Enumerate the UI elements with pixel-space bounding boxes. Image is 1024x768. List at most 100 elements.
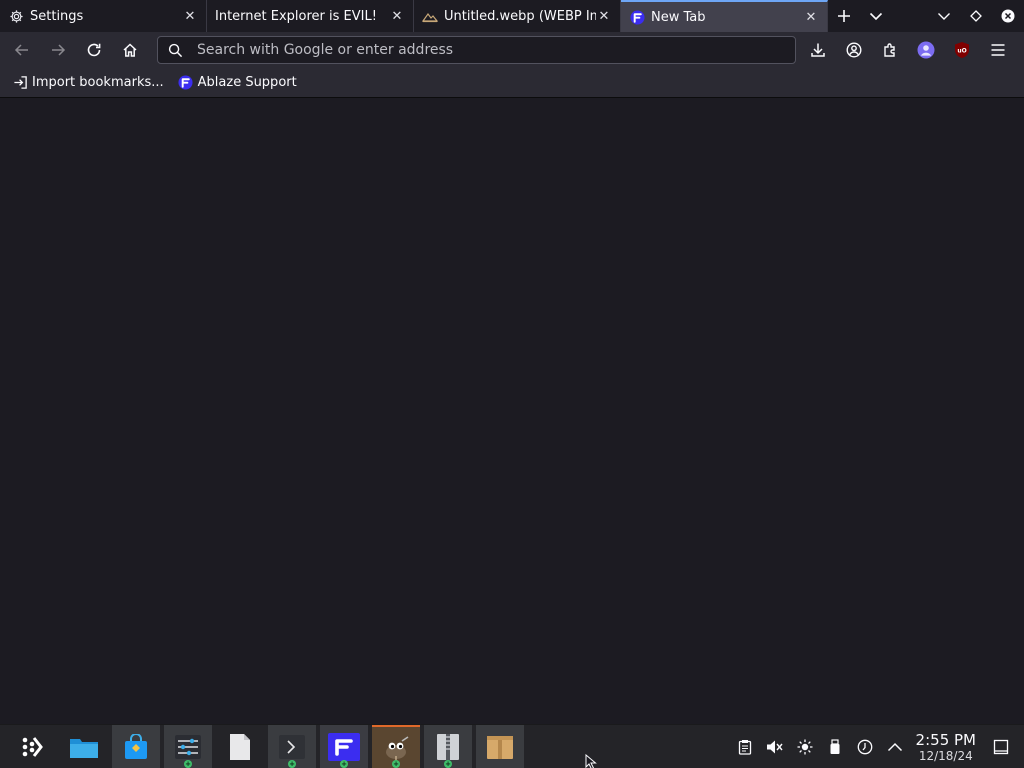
file-manager-icon: [70, 738, 98, 758]
close-icon[interactable]: ✕: [389, 8, 405, 24]
taskbar: + + + + + 2:55 PM 12/18/24: [0, 724, 1024, 768]
terminal-icon: [279, 734, 305, 759]
tab-title: Internet Explorer is EVIL!: [215, 8, 377, 24]
search-icon: [168, 43, 183, 57]
file-manager-button[interactable]: [60, 725, 108, 768]
close-icon[interactable]: ✕: [182, 8, 198, 24]
menu-button[interactable]: [982, 34, 1014, 66]
clock-time: 2:55 PM: [915, 730, 976, 749]
home-icon: [123, 43, 137, 57]
diamond-icon: [970, 10, 982, 22]
running-indicator: +: [340, 759, 348, 768]
show-desktop-icon: [993, 739, 1009, 755]
plus-icon: [838, 10, 850, 22]
tab-untitled-webp[interactable]: Untitled.webp (WEBP Im ✕: [414, 0, 621, 32]
archive-manager-icon: [437, 733, 459, 760]
bookmark-label: Ablaze Support: [197, 75, 297, 90]
profile-avatar-icon: [917, 41, 935, 59]
svg-text:uO: uO: [957, 48, 966, 55]
profile-button[interactable]: [910, 34, 942, 66]
clock-date: 12/18/24: [918, 748, 973, 763]
downloads-button[interactable]: [802, 34, 834, 66]
tab-new-tab[interactable]: New Tab ✕: [621, 0, 828, 32]
app-launcher-button[interactable]: [8, 725, 56, 768]
minimize-button[interactable]: [928, 0, 960, 32]
bookmark-ablaze-support[interactable]: Ablaze Support: [178, 75, 297, 91]
brightness-icon: [797, 739, 813, 755]
running-indicator: +: [444, 759, 452, 768]
tab-settings[interactable]: Settings ✕: [0, 0, 207, 32]
volume-muted-icon: [766, 740, 783, 754]
running-indicator: +: [392, 759, 400, 768]
back-button[interactable]: [6, 34, 38, 66]
usb-device-button[interactable]: [820, 725, 850, 768]
discover-store-icon: [125, 733, 147, 759]
chevron-up-icon: [887, 742, 902, 752]
puzzle-icon: [884, 43, 895, 57]
extensions-button[interactable]: [874, 34, 906, 66]
floorp-browser-button[interactable]: +: [320, 724, 368, 768]
floorp-browser-icon: [328, 732, 360, 761]
app-launcher-icon: [22, 736, 43, 757]
running-indicator: +: [184, 759, 192, 768]
new-tab-button[interactable]: [828, 0, 860, 32]
package-button[interactable]: [476, 724, 524, 768]
show-desktop-button[interactable]: [986, 725, 1016, 768]
reload-button[interactable]: [78, 34, 110, 66]
close-icon[interactable]: ✕: [803, 9, 819, 25]
updates-button[interactable]: [850, 725, 880, 768]
close-window-button[interactable]: [992, 0, 1024, 32]
forward-button[interactable]: [42, 34, 74, 66]
nav-toolbar: uO: [0, 32, 1024, 68]
chevron-down-icon: [869, 12, 883, 21]
chevron-down-icon: [938, 13, 950, 20]
text-file-button[interactable]: [216, 725, 264, 768]
clock-update-icon: [857, 739, 872, 755]
list-all-tabs-button[interactable]: [860, 0, 892, 32]
terminal-button[interactable]: +: [268, 724, 316, 768]
tab-strip: Settings ✕ Internet Explorer is EVIL! ✕ …: [0, 0, 1024, 32]
floorp-icon: [178, 75, 194, 91]
brightness-button[interactable]: [790, 725, 820, 768]
clipboard-button[interactable]: [730, 725, 760, 768]
bookmark-label: Import bookmarks...: [32, 75, 164, 90]
bookmarks-toolbar: Import bookmarks... Ablaze Support: [0, 68, 1024, 98]
archive-manager-button[interactable]: +: [424, 724, 472, 768]
maximize-button[interactable]: [960, 0, 992, 32]
gear-icon: [8, 8, 24, 24]
home-button[interactable]: [114, 34, 146, 66]
url-input[interactable]: [197, 42, 757, 58]
tab-title: Settings: [30, 8, 84, 24]
tab-internet-explorer[interactable]: Internet Explorer is EVIL! ✕: [207, 0, 414, 32]
page-content[interactable]: [0, 98, 1024, 724]
system-settings-icon: [175, 734, 201, 759]
gimp-icon: [386, 735, 409, 760]
discover-store-button[interactable]: [112, 724, 160, 768]
show-hidden-icons-button[interactable]: [880, 725, 910, 768]
volume-button[interactable]: [760, 725, 790, 768]
text-file-icon: [230, 733, 250, 760]
system-settings-button[interactable]: +: [164, 724, 212, 768]
system-tray: 2:55 PM 12/18/24: [730, 725, 1024, 768]
package-icon: [487, 735, 513, 759]
running-indicator: +: [288, 759, 296, 768]
usb-drive-icon: [830, 739, 840, 754]
download-icon: [811, 43, 825, 57]
ublock-icon: uO: [955, 42, 969, 58]
url-bar[interactable]: [157, 36, 796, 64]
nav-right-group: uO: [802, 34, 1018, 66]
floorp-icon: [629, 9, 645, 25]
close-circle-icon: [1001, 9, 1015, 23]
import-icon: [12, 75, 28, 91]
mouse-cursor-icon: [585, 754, 597, 768]
close-icon[interactable]: ✕: [596, 8, 612, 24]
reload-icon: [87, 43, 101, 57]
account-button[interactable]: [838, 34, 870, 66]
ublock-origin-button[interactable]: uO: [946, 34, 978, 66]
digital-clock[interactable]: 2:55 PM 12/18/24: [915, 730, 976, 763]
image-icon: [422, 8, 438, 24]
bookmark-import[interactable]: Import bookmarks...: [12, 75, 164, 91]
tab-title: Untitled.webp (WEBP Im: [444, 8, 596, 24]
gimp-button[interactable]: +: [372, 724, 420, 768]
arrow-left-icon: [14, 44, 28, 56]
